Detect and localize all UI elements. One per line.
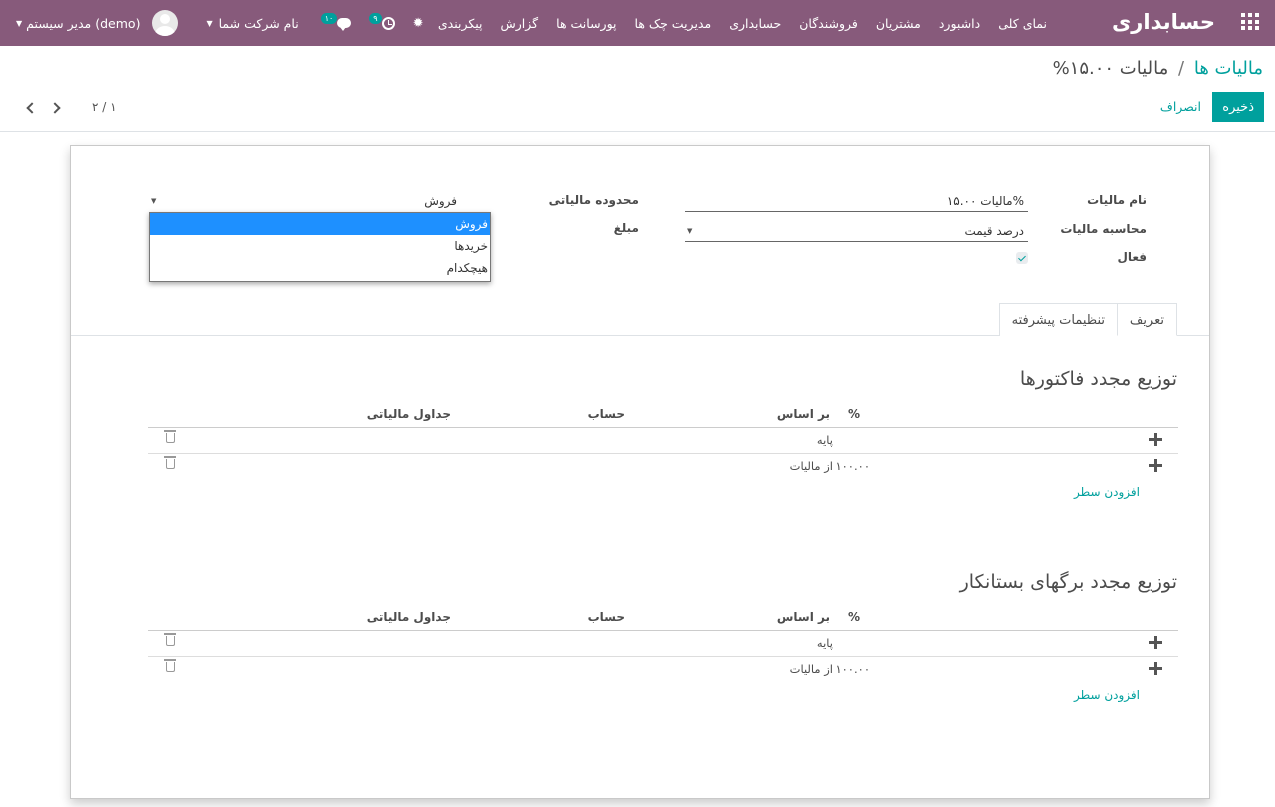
invoice-distribution-title: توزیع مجدد فاکتورها — [1019, 368, 1177, 390]
add-line-link[interactable]: افزودن سطر — [1074, 688, 1140, 702]
menu-item-checks[interactable]: مدیریت چک ها — [635, 16, 712, 31]
tax-computation-label: محاسبه مالیات — [1060, 222, 1147, 236]
tab-definition[interactable]: تعریف — [1116, 303, 1177, 336]
menu-item-overview[interactable]: نمای کلی — [998, 16, 1047, 31]
tax-scope-label: محدوده مالیاتی — [548, 193, 639, 207]
tax-scope-dropdown: فروش خریدها هیچکدام — [149, 212, 491, 282]
header-tax-grids: جداول مالیاتی — [366, 407, 451, 421]
activities-button[interactable]: ۹ — [369, 12, 395, 30]
bug-icon[interactable]: ✹ — [413, 16, 424, 31]
pager-counter[interactable]: ۲ / ۱ — [92, 100, 117, 114]
menu-item-accounting[interactable]: حسابداری — [729, 16, 781, 31]
pager-previous-icon[interactable] — [24, 101, 36, 113]
breadcrumb-current: مالیات ۱۵.۰۰% — [1052, 58, 1169, 79]
tax-name-label: نام مالیات — [1087, 193, 1147, 207]
row-based-on: پایه — [816, 433, 833, 447]
discard-button[interactable]: انصراف — [1160, 92, 1201, 122]
menu-item-commissions[interactable]: پورسانت ها — [556, 16, 616, 31]
add-line-link[interactable]: افزودن سطر — [1074, 485, 1140, 499]
drag-handle-icon[interactable] — [1149, 459, 1162, 472]
pager-next-icon[interactable] — [50, 101, 62, 113]
save-button[interactable]: ذخیره — [1212, 92, 1264, 122]
activity-count-badge: ۹ — [369, 12, 382, 24]
apps-menu-icon[interactable] — [1241, 13, 1259, 31]
systray: ▼ مدیر سیستم (demo) ▼ نام شرکت شما ۱۰ ۹ … — [16, 0, 423, 46]
active-checkbox[interactable] — [1016, 252, 1028, 264]
table-row[interactable]: ۱۰۰.۰۰ از مالیات — [148, 454, 1178, 480]
breadcrumb-parent-link[interactable]: مالیات ها — [1194, 58, 1263, 79]
row-percent: ۱۰۰.۰۰ — [835, 662, 870, 676]
row-based-on: از مالیات — [789, 662, 833, 676]
trash-icon[interactable] — [164, 633, 176, 646]
top-navbar: حسابداری نمای کلی داشبورد مشتریان فروشند… — [0, 0, 1275, 46]
trash-icon[interactable] — [164, 430, 176, 443]
menu-item-configuration[interactable]: پیکربندی — [438, 16, 483, 31]
company-switcher[interactable]: ▼ نام شرکت شما — [206, 16, 298, 31]
header-based-on: بر اساس — [776, 407, 830, 421]
tax-scope-value: فروش — [424, 194, 457, 208]
header-percent: % — [847, 407, 860, 421]
user-menu-label[interactable]: مدیر سیستم (demo) — [26, 16, 140, 31]
credit-note-distribution-table: % بر اساس حساب جداول مالیاتی پایه ۱۰۰.۰۰… — [148, 605, 1178, 683]
header-account: حساب — [587, 610, 625, 624]
table-row[interactable]: پایه — [148, 631, 1178, 657]
trash-icon[interactable] — [164, 456, 176, 469]
drag-handle-icon[interactable] — [1149, 433, 1162, 446]
user-chevron-down-icon[interactable]: ▼ — [16, 19, 22, 28]
tax-computation-value: درصد قیمت — [964, 224, 1024, 238]
form-sheet: نام مالیات مالیات ۱۵.۰۰% محاسبه مالیات ▼… — [70, 145, 1210, 799]
row-based-on: پایه — [816, 636, 833, 650]
scope-option-purchase[interactable]: خریدها — [150, 235, 490, 257]
chat-icon — [337, 18, 352, 31]
tax-name-input[interactable]: مالیات ۱۵.۰۰% — [685, 190, 1028, 212]
drag-handle-icon[interactable] — [1149, 636, 1162, 649]
scope-option-none[interactable]: هیچکدام — [150, 257, 490, 279]
breadcrumb-separator: / — [1178, 58, 1185, 79]
message-count-badge: ۱۰ — [320, 12, 338, 24]
scope-option-sale[interactable]: فروش — [150, 213, 490, 235]
table-header: % بر اساس حساب جداول مالیاتی — [148, 402, 1178, 428]
tax-scope-select[interactable]: ▼ فروش — [149, 190, 491, 212]
app-brand: حسابداری — [1112, 10, 1215, 34]
control-panel-divider — [0, 131, 1275, 132]
menu-item-reporting[interactable]: گزارش — [501, 16, 539, 31]
pager: ۲ / ۱ — [24, 96, 117, 118]
row-based-on: از مالیات — [789, 459, 833, 473]
header-tax-grids: جداول مالیاتی — [366, 610, 451, 624]
company-name: نام شرکت شما — [218, 15, 299, 31]
header-percent: % — [847, 610, 860, 624]
main-menu: نمای کلی داشبورد مشتریان فروشندگان حسابد… — [420, 0, 1047, 46]
table-row[interactable]: ۱۰۰.۰۰ از مالیات — [148, 657, 1178, 683]
tax-computation-select[interactable]: ▼ درصد قیمت — [685, 220, 1028, 242]
header-account: حساب — [587, 407, 625, 421]
breadcrumb: مالیات ها / مالیات ۱۵.۰۰% — [1053, 58, 1263, 79]
trash-icon[interactable] — [164, 659, 176, 672]
menu-item-dashboard[interactable]: داشبورد — [939, 16, 980, 31]
amount-label: مبلغ — [613, 221, 639, 235]
menu-item-customers[interactable]: مشتریان — [876, 16, 921, 31]
tax-computation-chevron-down-icon: ▼ — [687, 227, 693, 235]
menu-item-vendors[interactable]: فروشندگان — [799, 16, 858, 31]
tab-advanced-options[interactable]: تنظیمات پیشرفته — [998, 303, 1118, 336]
row-percent: ۱۰۰.۰۰ — [835, 459, 870, 473]
invoice-distribution-table: % بر اساس حساب جداول مالیاتی پایه ۱۰۰.۰۰… — [148, 402, 1178, 480]
company-chevron-down-icon: ▼ — [206, 18, 213, 28]
drag-handle-icon[interactable] — [1149, 662, 1162, 675]
tax-scope-chevron-down-icon: ▼ — [151, 197, 157, 205]
credit-note-distribution-title: توزیع مجدد برگهای بستانکار — [959, 571, 1177, 593]
clock-icon — [381, 16, 395, 30]
messages-button[interactable]: ۱۰ — [320, 12, 352, 31]
user-avatar[interactable] — [152, 10, 179, 36]
active-label: فعال — [1117, 250, 1147, 264]
table-row[interactable]: پایه — [148, 428, 1178, 454]
header-based-on: بر اساس — [776, 610, 830, 624]
table-header: % بر اساس حساب جداول مالیاتی — [148, 605, 1178, 631]
